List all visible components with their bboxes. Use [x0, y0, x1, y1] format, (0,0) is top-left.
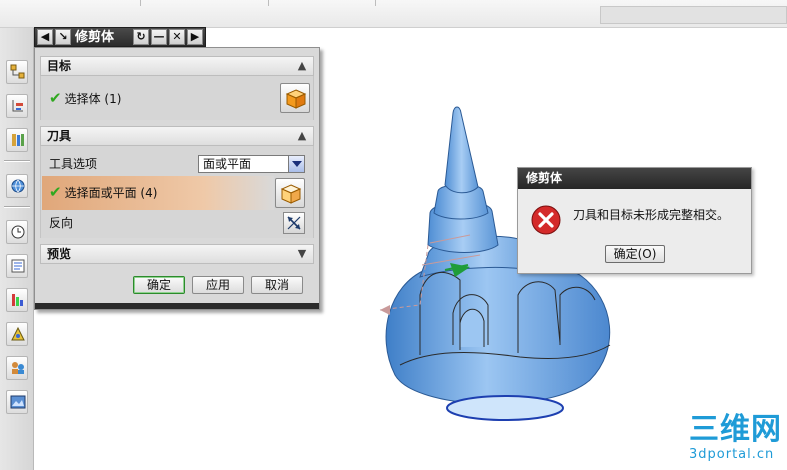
target-section-header[interactable]: 目标 ▲	[40, 56, 314, 76]
dialog-title: 修剪体	[75, 30, 115, 45]
toolbar-divider	[375, 0, 376, 6]
select-body-count: (1)	[104, 92, 122, 106]
resource-bar	[0, 28, 34, 470]
image-icon	[10, 395, 26, 409]
roles-icon	[12, 362, 24, 374]
watermark-text-url: 3dportal.cn	[689, 447, 775, 462]
cube-icon	[280, 184, 302, 204]
reuse-library-button[interactable]	[6, 128, 28, 152]
error-dialog: 修剪体 刀具和目标未形成完整相交。 确定(O)	[517, 167, 752, 274]
dialog-title-bar: ◀ ↘ 修剪体 ↻ — ✕ ▶	[34, 27, 206, 47]
cancel-button[interactable]: 取消	[251, 276, 303, 294]
select-body-label: 选择体	[64, 92, 101, 106]
reverse-direction-button[interactable]	[283, 212, 305, 234]
reset-button[interactable]: ↻	[133, 29, 149, 45]
watermark-text-cn: 三维网	[689, 412, 782, 447]
preview-section-header[interactable]: 预览 ▼	[40, 244, 314, 264]
close-button[interactable]: ✕	[169, 29, 185, 45]
list-icon	[11, 259, 25, 273]
check-icon: ✔	[49, 183, 62, 201]
toolbar-panel	[600, 6, 787, 24]
tool-section-title: 刀具	[47, 129, 72, 143]
cube-icon	[285, 89, 307, 109]
bar-separator	[4, 206, 30, 208]
apply-button[interactable]: 应用	[192, 276, 244, 294]
globe-icon	[11, 179, 25, 193]
assembly-navigator-button[interactable]	[6, 60, 28, 84]
target-section-body: ✔ 选择体 (1)	[40, 76, 314, 120]
history-palette-button[interactable]	[6, 390, 28, 414]
web-browser-button[interactable]	[6, 174, 28, 198]
reverse-direction-icon	[287, 216, 301, 230]
tool-option-label: 工具选项	[49, 157, 98, 171]
check-icon: ✔	[49, 89, 62, 107]
palette-icon	[12, 294, 23, 306]
process-studio-button[interactable]	[6, 322, 28, 346]
error-message: 刀具和目标未形成完整相交。	[573, 208, 730, 222]
tool-option-select[interactable]: 面或平面	[198, 155, 305, 173]
error-dialog-title: 修剪体	[518, 168, 751, 189]
process-icon	[11, 326, 25, 341]
top-toolbar	[0, 0, 787, 28]
select-face-row[interactable]: ✔ 选择面或平面 (4)	[49, 182, 157, 202]
roles-button[interactable]	[6, 356, 28, 380]
reverse-label: 反向	[49, 216, 74, 230]
preview-section-title: 预览	[47, 247, 72, 261]
bar-separator	[4, 160, 30, 162]
forward-button[interactable]: ▶	[187, 29, 203, 45]
reuse-library-icon	[12, 134, 24, 146]
tool-section-header[interactable]: 刀具 ▲	[40, 126, 314, 146]
select-face-count: (4)	[140, 186, 158, 200]
assembly-navigator-icon	[10, 64, 25, 79]
select-face-label: 选择面或平面	[64, 186, 137, 200]
select-body-button[interactable]	[280, 83, 310, 113]
history-button[interactable]	[6, 220, 28, 244]
error-icon	[531, 205, 561, 235]
toolbar-divider	[140, 0, 141, 6]
error-ok-button[interactable]: 确定(O)	[605, 245, 665, 263]
expand-down-icon[interactable]: ▼	[295, 247, 309, 261]
back-button[interactable]: ◀	[37, 29, 53, 45]
clock-icon	[11, 225, 25, 239]
collapse-up-icon[interactable]: ▲	[295, 59, 309, 73]
collapse-arrow-button[interactable]: ↘	[55, 29, 71, 45]
tool-option-value: 面或平面	[203, 157, 252, 171]
collapse-up-icon[interactable]: ▲	[295, 129, 309, 143]
select-body-row[interactable]: ✔ 选择体 (1)	[49, 88, 121, 108]
target-section-title: 目标	[47, 59, 72, 73]
part-navigator-button[interactable]	[6, 94, 28, 118]
select-face-button[interactable]	[275, 178, 305, 208]
watermark-logo: 三维网 3dportal.cn	[683, 414, 783, 466]
dialog-bottom-edge	[35, 303, 319, 309]
dropdown-arrow-icon[interactable]	[288, 156, 304, 172]
toolbar-divider	[268, 0, 269, 6]
trim-body-dialog: 目标 ▲ ✔ 选择体 (1) 刀具 ▲ 工具选项 面或平面 ✔ 选择面或平面 (4)…	[34, 47, 320, 310]
minimize-button[interactable]: —	[151, 29, 167, 45]
part-navigator-icon	[12, 100, 23, 112]
visualization-button[interactable]	[6, 288, 28, 312]
system-materials-button[interactable]	[6, 254, 28, 278]
ok-button[interactable]: 确定	[133, 276, 185, 294]
